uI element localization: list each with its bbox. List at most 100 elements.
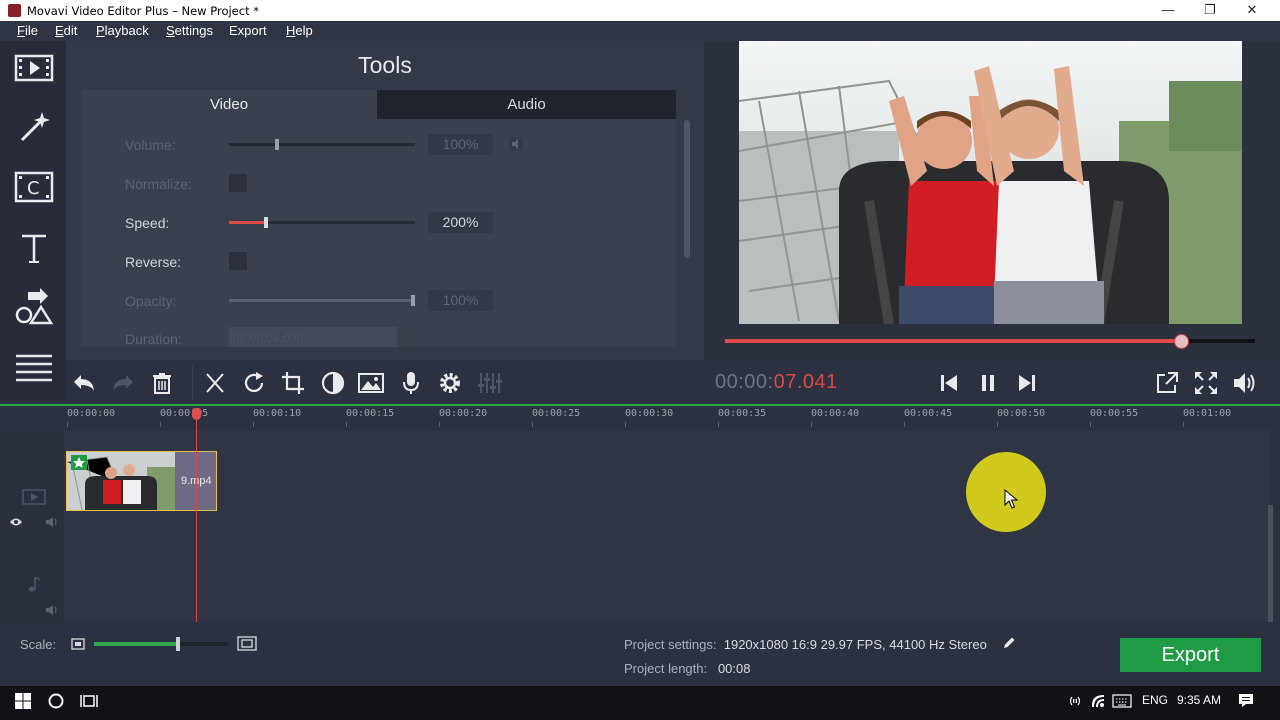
playhead-handle[interactable]: [192, 408, 201, 420]
video-track-icon: [22, 489, 46, 505]
zoom-out-icon[interactable]: [71, 638, 85, 650]
menu-edit[interactable]: Edit: [55, 23, 77, 38]
export-button[interactable]: Export: [1120, 638, 1261, 672]
pencil-icon[interactable]: [1002, 636, 1016, 650]
timeline-tick-mark: [997, 422, 998, 427]
properties-list: Volume: 100% Normalize: Speed: 200% Reve…: [81, 119, 676, 347]
cut-icon[interactable]: [202, 370, 228, 396]
popout-preview-icon[interactable]: [1154, 370, 1180, 396]
close-button[interactable]: ✕: [1230, 0, 1274, 21]
duration-field[interactable]: 00:00:04.000: [229, 327, 397, 347]
project-length: Project length: 00:08: [624, 661, 751, 676]
equalizer-icon[interactable]: [476, 370, 502, 396]
titles-icon[interactable]: [14, 228, 54, 268]
magic-wand-icon[interactable]: [14, 106, 54, 146]
speed-value[interactable]: 200%: [428, 212, 493, 233]
clock[interactable]: 9:35 AM: [1177, 693, 1221, 707]
scale-slider-fill: [94, 642, 179, 646]
video-preview[interactable]: [739, 41, 1242, 324]
tools-scrollbar[interactable]: [684, 120, 690, 258]
speed-label: Speed:: [125, 215, 170, 231]
track-mute-icon[interactable]: [45, 516, 59, 528]
reverse-checkbox[interactable]: [229, 252, 247, 270]
next-frame-icon[interactable]: [1014, 370, 1040, 396]
playhead-line: [196, 412, 197, 622]
speed-slider-fill: [229, 221, 267, 224]
rotate-icon[interactable]: [241, 370, 267, 396]
playback-progress-knob[interactable]: [1173, 334, 1189, 349]
timeline-tick-mark: [1183, 422, 1184, 427]
scale-slider-thumb[interactable]: [176, 637, 181, 651]
opacity-value[interactable]: 100%: [428, 290, 493, 311]
speaker-icon[interactable]: [509, 137, 523, 151]
wifi-icon[interactable]: [1090, 693, 1106, 709]
app-icon: [8, 4, 21, 17]
menu-playback[interactable]: Playback: [96, 23, 149, 38]
opacity-slider-thumb[interactable]: [411, 295, 415, 306]
color-adjust-icon[interactable]: [320, 370, 346, 396]
eye-icon[interactable]: [9, 517, 23, 527]
timeline-tick-label: 00:00:15: [346, 408, 395, 419]
svg-text:C: C: [27, 178, 40, 199]
volume-value[interactable]: 100%: [428, 134, 493, 155]
redo-icon[interactable]: [110, 370, 136, 396]
restore-button[interactable]: ❐: [1188, 0, 1232, 21]
timeline-tick-label: 00:00:10: [253, 408, 302, 419]
video-frame-image: [739, 41, 1242, 324]
project-length-label: Project length:: [624, 661, 708, 676]
crop-icon[interactable]: [280, 370, 306, 396]
timeline-tick-label: 00:00:20: [439, 408, 488, 419]
project-settings-label: Project settings:: [624, 637, 717, 652]
tab-video[interactable]: Video: [81, 90, 377, 119]
windows-start-icon[interactable]: [14, 692, 32, 710]
playback-progress-fill: [725, 339, 1181, 343]
undo-icon[interactable]: [71, 370, 97, 396]
menu-help[interactable]: Help: [286, 23, 313, 38]
menu-file[interactable]: File: [17, 23, 38, 38]
music-note-icon: [28, 576, 41, 592]
gear-icon[interactable]: [437, 370, 463, 396]
timeline-tick-mark: [439, 422, 440, 427]
shapes-icon[interactable]: [14, 288, 54, 328]
bottom-bar: [0, 622, 1280, 686]
delete-icon[interactable]: [149, 370, 175, 396]
microphone-icon[interactable]: [398, 370, 424, 396]
language-indicator[interactable]: ENG: [1142, 693, 1168, 707]
windows-taskbar: [0, 686, 1280, 720]
opacity-label: Opacity:: [125, 293, 177, 309]
task-view-icon[interactable]: [80, 692, 98, 710]
audio-track-mute-icon[interactable]: [45, 604, 59, 616]
menu-bar: File Edit Playback Settings Export Help: [0, 21, 1280, 41]
minimize-button[interactable]: —: [1146, 0, 1190, 21]
tab-audio[interactable]: Audio: [377, 90, 676, 119]
timeline-tick-label: 00:00:45: [904, 408, 953, 419]
menu-export[interactable]: Export: [229, 23, 267, 38]
volume-slider-thumb[interactable]: [275, 139, 280, 150]
timeline-tick-label: 00:00:35: [718, 408, 767, 419]
speed-slider-thumb[interactable]: [264, 217, 269, 228]
opacity-slider[interactable]: [229, 299, 415, 302]
star-icon: [73, 457, 85, 468]
cortana-search-icon[interactable]: [47, 692, 65, 710]
timeline-tick-label: 00:00:00: [67, 408, 116, 419]
image-icon[interactable]: [358, 370, 384, 396]
duration-spinner[interactable]: [397, 327, 415, 347]
zoom-in-icon[interactable]: [237, 636, 257, 651]
timeline-scrollbar[interactable]: [1268, 505, 1273, 622]
left-sidebar: [0, 41, 66, 401]
timeline-tick-mark: [904, 422, 905, 427]
keyboard-icon[interactable]: [1112, 694, 1132, 708]
volume-icon[interactable]: [1232, 370, 1258, 396]
tools-title: Tools: [358, 52, 412, 78]
normalize-checkbox[interactable]: [229, 174, 247, 192]
fullscreen-icon[interactable]: [1193, 370, 1219, 396]
transitions-icon[interactable]: C: [14, 167, 54, 207]
previous-frame-icon[interactable]: [936, 370, 962, 396]
menu-list-icon[interactable]: [14, 348, 54, 388]
pause-icon[interactable]: [975, 370, 1001, 396]
network-signal-icon[interactable]: [1067, 693, 1083, 709]
menu-settings[interactable]: Settings: [166, 23, 213, 38]
scale-label: Scale:: [20, 637, 57, 652]
volume-slider[interactable]: [229, 143, 415, 146]
notifications-icon[interactable]: [1238, 692, 1254, 708]
